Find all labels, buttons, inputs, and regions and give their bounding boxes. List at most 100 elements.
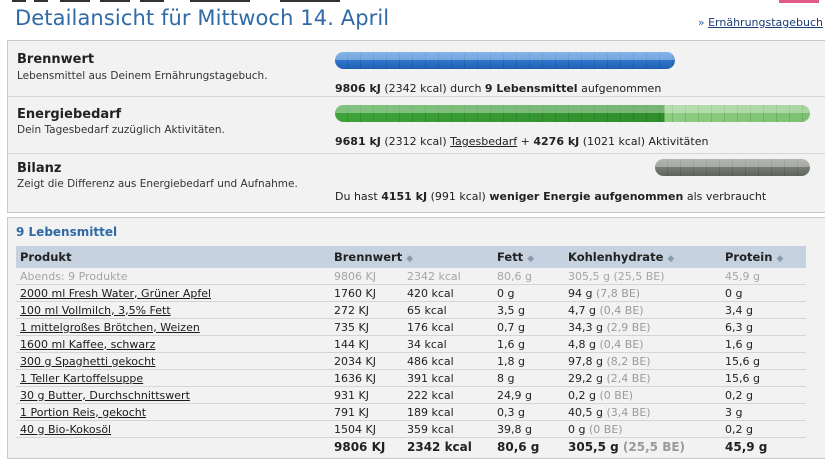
food-kcal: 359 kcal <box>403 420 493 438</box>
food-kcal: 65 kcal <box>403 301 493 319</box>
food-fett: 3,5 g <box>493 301 564 319</box>
col-header-kohlenhydrate[interactable]: Kohlenhydrate ◆ <box>564 246 721 268</box>
col-header-brennwert[interactable]: Brennwert ◆ <box>330 246 493 268</box>
group-name: Abends: 9 Produkte <box>16 268 330 285</box>
table-row: 30 g Butter, Durchschnittswert 931 KJ 222 … <box>16 386 806 404</box>
food-kcal: 176 kcal <box>403 318 493 336</box>
food-kh: 4,7 g (0,4 BE) <box>564 301 721 319</box>
brennwert-info: 9806 kJ (2342 kcal) durch 9 Lebensmittel… <box>335 82 661 95</box>
activity-kj: 4276 kJ <box>533 135 580 148</box>
total-label <box>16 438 330 457</box>
food-name-link[interactable]: 1600 ml Kaffee, schwarz <box>16 335 330 353</box>
food-kcal: 420 kcal <box>403 284 493 302</box>
food-kh: 0 g (0 BE) <box>564 420 721 438</box>
food-fett: 8 g <box>493 369 564 387</box>
breadcrumb-link-ernaehrungstagebuch[interactable]: Ernährungstagebuch <box>708 16 823 29</box>
col-header-fett[interactable]: Fett ◆ <box>493 246 564 268</box>
brennwert-subtitle: Lebensmittel aus Deinem Ernährungstagebu… <box>17 70 268 82</box>
food-table-panel: 9 Lebensmittel Produkt Brennwert ◆ Fett ◆ … <box>7 217 825 459</box>
food-fett: 0,7 g <box>493 318 564 336</box>
total-row: 9806 KJ 2342 kcal 80,6 g 305,5 g (25,5 B… <box>16 438 806 457</box>
food-protein: 6,3 g <box>721 318 806 336</box>
bilanz-bold: weniger Energie aufgenommen <box>489 190 684 203</box>
energiebedarf-heading: Energiebedarf <box>17 107 122 122</box>
food-kh: 29,2 g (2,4 BE) <box>564 369 721 387</box>
food-name-link[interactable]: 1 Portion Reis, gekocht <box>16 403 330 421</box>
total-fett: 80,6 g <box>497 440 540 454</box>
group-kcal: 2342 kcal <box>403 268 493 285</box>
food-name-link[interactable]: 1 Teller Kartoffelsuppe <box>16 369 330 387</box>
table-header-row: Produkt Brennwert ◆ Fett ◆ Kohlenhydrate ◆ … <box>16 246 806 268</box>
food-name-link[interactable]: 300 g Spaghetti gekocht <box>16 352 330 370</box>
food-protein: 15,6 g <box>721 352 806 370</box>
table-row: 1 mittelgroßes Brötchen, Weizen 735 KJ 176… <box>16 318 806 336</box>
total-kj: 9806 KJ <box>334 440 386 454</box>
total-protein: 45,9 g <box>725 440 768 454</box>
brennwert-heading: Brennwert <box>17 52 95 67</box>
food-kh: 34,3 g (2,9 BE) <box>564 318 721 336</box>
bilanz-kcal: (991 kcal) <box>430 190 486 203</box>
food-kcal: 486 kcal <box>403 352 493 370</box>
food-kh: 94 g (7,8 BE) <box>564 284 721 302</box>
page-title: Detailansicht für Mittwoch 14. April <box>15 6 390 30</box>
food-kj: 931 KJ <box>330 386 403 404</box>
food-fett: 24,9 g <box>493 386 564 404</box>
food-protein: 1,6 g <box>721 335 806 353</box>
food-fett: 1,8 g <box>493 352 564 370</box>
food-kcal: 391 kcal <box>403 369 493 387</box>
sort-icon[interactable]: ◆ <box>527 254 534 264</box>
food-kcal: 222 kcal <box>403 386 493 404</box>
food-kj: 1636 KJ <box>330 369 403 387</box>
food-count-heading: 9 Lebensmittel <box>16 225 118 239</box>
energiebedarf-kcal: (2312 kcal) <box>384 135 447 148</box>
table-row: 2000 ml Fresh Water, Grüner Apfel 1760 KJ… <box>16 284 806 302</box>
brennwert-kj: 9806 kJ <box>335 82 381 95</box>
food-kj: 2034 KJ <box>330 352 403 370</box>
food-protein: 0,2 g <box>721 420 806 438</box>
food-protein: 0,2 g <box>721 386 806 404</box>
col-header-produkt[interactable]: Produkt <box>16 246 330 268</box>
energiebedarf-bar <box>335 105 810 122</box>
sort-icon[interactable]: ◆ <box>776 254 783 264</box>
bilanz-subtitle: Zeigt die Differenz aus Energiebedarf un… <box>17 178 298 190</box>
brand-logo-fragment <box>779 0 819 3</box>
col-header-protein[interactable]: Protein ◆ <box>721 246 806 268</box>
food-kh: 0,2 g (0 BE) <box>564 386 721 404</box>
bilanz-row: Bilanz Zeigt die Differenz aus Energiebe… <box>8 154 825 212</box>
energy-summary-panel: Brennwert Lebensmittel aus Deinem Ernähr… <box>7 40 825 213</box>
food-kj: 1760 KJ <box>330 284 403 302</box>
table-row: 1 Teller Kartoffelsuppe 1636 KJ 391 kcal 8 … <box>16 369 806 387</box>
sort-icon[interactable]: ◆ <box>406 254 413 264</box>
food-kj: 791 KJ <box>330 403 403 421</box>
energiebedarf-row: Energiebedarf Dein Tagesbedarf zuzüglich… <box>8 97 825 152</box>
total-kh: 305,5 g (25,5 BE) <box>568 440 686 454</box>
tagesbedarf-link[interactable]: Tagesbedarf <box>450 135 517 148</box>
food-kcal: 34 kcal <box>403 335 493 353</box>
food-fett: 0 g <box>493 284 564 302</box>
plus-sign: + <box>520 135 530 148</box>
energiebedarf-kj: 9681 kJ <box>335 135 381 148</box>
energiebedarf-subtitle: Dein Tagesbedarf zuzüglich Aktivitäten. <box>17 124 225 136</box>
food-name-link[interactable]: 1 mittelgroßes Brötchen, Weizen <box>16 318 330 336</box>
group-protein: 45,9 g <box>721 268 806 285</box>
food-kj: 272 KJ <box>330 301 403 319</box>
bilanz-info: Du hast 4151 kJ (991 kcal) weniger Energ… <box>335 190 766 203</box>
food-kh: 4,8 g (0,4 BE) <box>564 335 721 353</box>
sort-icon[interactable]: ◆ <box>667 254 674 264</box>
food-name-link[interactable]: 40 g Bio-Kokosöl <box>16 420 330 438</box>
food-kh: 97,8 g (8,2 BE) <box>564 352 721 370</box>
brennwert-row: Brennwert Lebensmittel aus Deinem Ernähr… <box>8 41 825 96</box>
bilanz-tail: als verbraucht <box>686 190 767 203</box>
food-protein: 0 g <box>721 284 806 302</box>
bilanz-heading: Bilanz <box>17 161 62 176</box>
breadcrumb-arrow: » <box>697 16 705 29</box>
food-name-link[interactable]: 100 ml Vollmilch, 3,5% Fett <box>16 301 330 319</box>
food-name-link[interactable]: 30 g Butter, Durchschnittswert <box>16 386 330 404</box>
group-kh: 305,5 g (25,5 BE) <box>564 268 721 285</box>
table-row: 1600 ml Kaffee, schwarz 144 KJ 34 kcal 1,6 … <box>16 335 806 353</box>
food-name-link[interactable]: 2000 ml Fresh Water, Grüner Apfel <box>16 284 330 302</box>
bilanz-kj: 4151 kJ <box>381 190 428 203</box>
bilanz-bar <box>655 159 810 176</box>
brennwert-kcal: (2342 kcal) <box>384 82 447 95</box>
food-fett: 39,8 g <box>493 420 564 438</box>
